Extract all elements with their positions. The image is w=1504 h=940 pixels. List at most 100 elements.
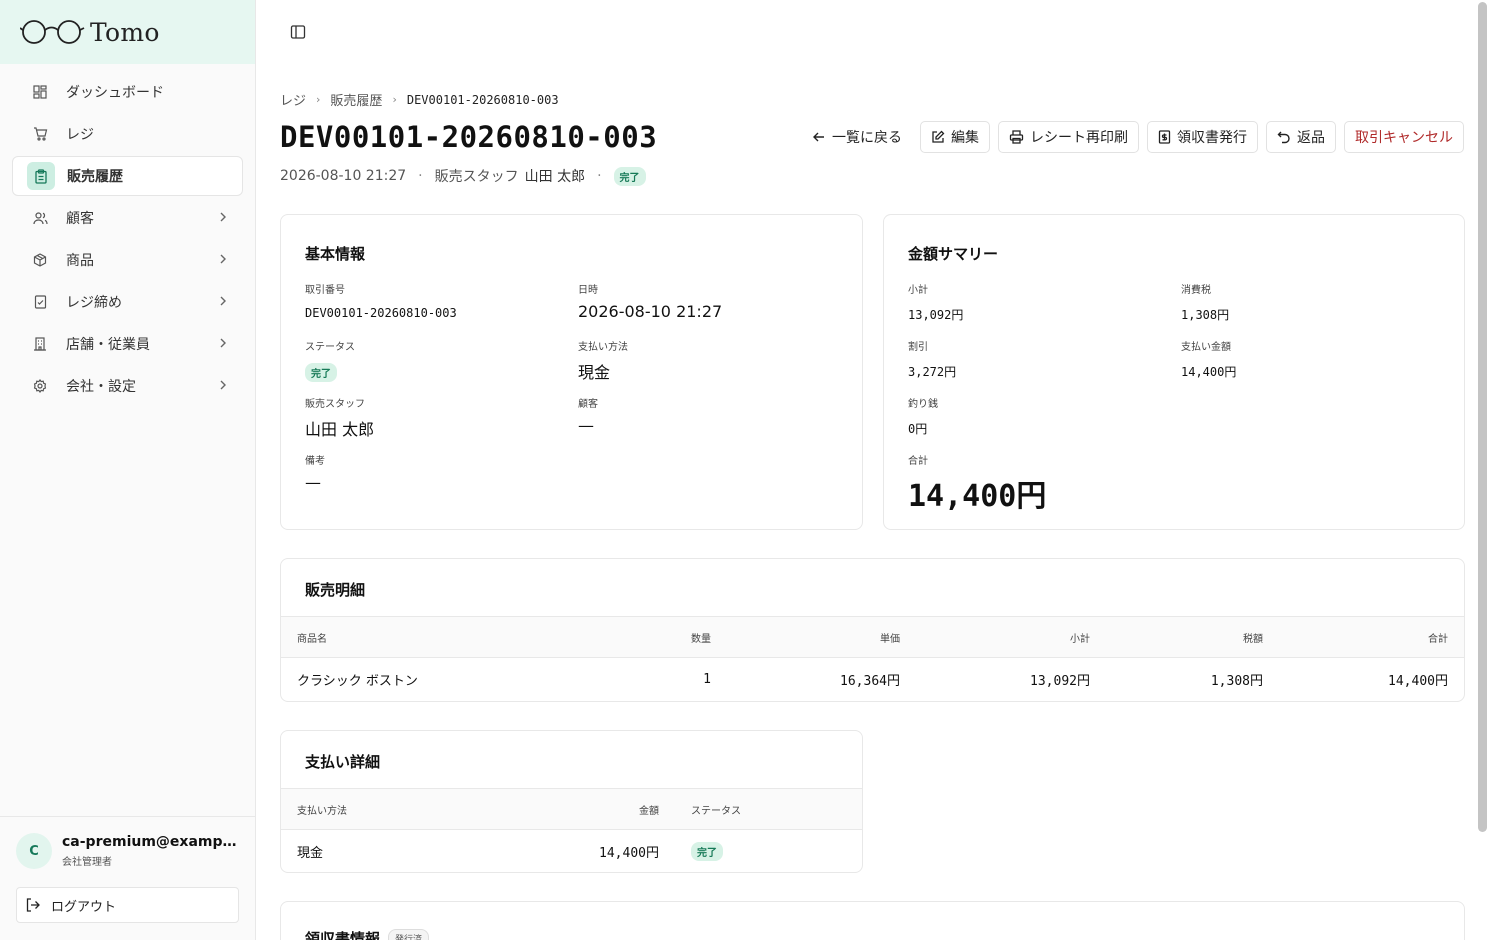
- card-title: 領収書情報: [305, 930, 381, 940]
- field-label: 取引番号: [305, 285, 345, 296]
- sidebar-item-register[interactable]: レジ: [12, 114, 243, 154]
- field-label: 小計: [908, 285, 928, 296]
- total-value: 14,400円: [908, 479, 1047, 514]
- sidebar-item-label: レジ: [66, 127, 94, 143]
- sidebar: Tomo ダッシュボード レジ 販売履歴 顧客 商品 レジ締め 店舗・従業員 会…: [0, 0, 256, 940]
- card-title: 支払い詳細: [305, 753, 381, 771]
- logout-button[interactable]: ログアウト: [16, 887, 239, 923]
- chevron-right-icon: [219, 294, 227, 310]
- edit-button[interactable]: 編集: [920, 121, 990, 153]
- chevron-right-icon: ›: [316, 93, 321, 106]
- line-subtotal: 13,092円: [1030, 674, 1090, 690]
- table-header-row: 商品名 数量 単価 小計 税額 合計: [281, 616, 1464, 658]
- chevron-right-icon: [219, 336, 227, 352]
- main-content: レジ › 販売履歴 › DEV00101-20260810-003 DEV001…: [256, 0, 1490, 940]
- arrow-left-icon: [812, 130, 826, 144]
- payment-method: 現金: [297, 846, 324, 862]
- breadcrumb-current: DEV00101-20260810-003: [406, 92, 559, 107]
- table-row[interactable]: クラシック ボストン 1 16,364円 13,092円 1,308円 14,4…: [281, 658, 1464, 702]
- amount-summary-card: 金額サマリー 小計 13,092円 消費税 1,308円 割引 3,272円 支…: [883, 214, 1465, 530]
- transaction-number: DEV00101-20260810-003: [305, 306, 457, 320]
- status-badge: 完了: [691, 842, 723, 862]
- transaction-meta: 2026-08-10 21:27 · 販売スタッフ 山田 太郎 · 完了: [280, 166, 646, 186]
- chevron-right-icon: ›: [392, 93, 397, 106]
- gear-icon: [32, 378, 48, 394]
- meta-staff-name: 山田 太郎: [524, 169, 586, 185]
- sidebar-item-label: 販売履歴: [67, 169, 123, 185]
- sidebar-item-company-settings[interactable]: 会社・設定: [12, 366, 243, 406]
- logo-text: Tomo: [90, 17, 160, 47]
- back-to-list-button[interactable]: 一覧に戻る: [802, 121, 912, 153]
- payment-detail-table: 支払い方法 金額 ステータス 現金 14,400円 完了: [281, 788, 862, 873]
- breadcrumb-register[interactable]: レジ: [280, 90, 306, 109]
- sales-detail-card: 販売明細 商品名 数量 単価 小計 税額 合計 クラシック ボストン 1 16,…: [280, 558, 1465, 702]
- sidebar-item-stores-staff[interactable]: 店舗・従業員: [12, 324, 243, 364]
- breadcrumb-sales-history[interactable]: 販売履歴: [330, 90, 382, 109]
- field-label: 備考: [305, 456, 325, 467]
- package-icon: [32, 252, 48, 268]
- product-name: クラシック ボストン: [297, 674, 418, 690]
- field-label: 合計: [908, 456, 928, 467]
- refund-button[interactable]: 返品: [1266, 121, 1336, 153]
- issue-receipt-button[interactable]: 領収書発行: [1147, 121, 1258, 153]
- meta-datetime: 2026-08-10 21:27: [280, 168, 407, 184]
- field-label: 消費税: [1181, 285, 1211, 296]
- breadcrumb: レジ › 販売履歴 › DEV00101-20260810-003: [280, 90, 559, 110]
- logo[interactable]: Tomo: [0, 0, 255, 64]
- sidebar-item-register-close[interactable]: レジ締め: [12, 282, 243, 322]
- user-profile[interactable]: C ca-premium@example.com 会社管理者: [16, 833, 239, 869]
- sidebar-item-label: 店舗・従業員: [66, 337, 150, 353]
- sidebar-item-label: レジ締め: [66, 295, 122, 311]
- tax-value: 1,308円: [1181, 308, 1230, 322]
- line-total: 14,400円: [1388, 674, 1448, 690]
- transaction-datetime: 2026-08-10 21:27: [578, 302, 723, 321]
- sidebar-nav: ダッシュボード レジ 販売履歴 顧客 商品 レジ締め 店舗・従業員 会社・設定: [0, 64, 255, 416]
- field-label: 支払い金額: [1181, 342, 1231, 353]
- logout-label: ログアウト: [51, 899, 117, 915]
- avatar: C: [16, 833, 52, 869]
- sidebar-item-label: 会社・設定: [66, 379, 136, 395]
- sidebar-item-products[interactable]: 商品: [12, 240, 243, 280]
- unit-price: 16,364円: [840, 674, 900, 690]
- card-title: 金額サマリー: [908, 245, 999, 263]
- sidebar-item-label: 商品: [66, 253, 94, 269]
- clipboard-icon: [27, 162, 55, 190]
- cart-icon: [32, 126, 48, 142]
- subtotal-value: 13,092円: [908, 308, 964, 322]
- printer-icon: [1009, 130, 1024, 144]
- building-icon: [32, 336, 48, 352]
- status-badge: 完了: [305, 363, 337, 382]
- note: —: [305, 473, 321, 492]
- chevron-right-icon: [219, 210, 227, 226]
- action-bar: 一覧に戻る 編集 レシート再印刷 領収書発行 返品 取引キャンセル: [794, 121, 1464, 153]
- users-icon: [32, 210, 48, 226]
- payment-detail-card: 支払い詳細 支払い方法 金額 ステータス 現金 14,400円 完了: [280, 730, 863, 873]
- glasses-logo-icon: [20, 20, 85, 44]
- field-label: 販売スタッフ: [305, 399, 365, 410]
- sidebar-toggle-icon[interactable]: [290, 24, 306, 44]
- card-title: 基本情報: [305, 245, 366, 263]
- reprint-receipt-button[interactable]: レシート再印刷: [998, 121, 1139, 153]
- line-tax: 1,308円: [1210, 674, 1263, 690]
- receipt-icon: [1158, 130, 1171, 144]
- payment-method: 現金: [578, 363, 611, 382]
- chevron-right-icon: [219, 252, 227, 268]
- field-label: 日時: [578, 285, 598, 296]
- cancel-transaction-button[interactable]: 取引キャンセル: [1344, 121, 1464, 153]
- table-row[interactable]: 現金 14,400円 完了: [281, 830, 862, 873]
- payment-amount: 14,400円: [599, 846, 659, 862]
- page-title: DEV00101-20260810-003: [280, 120, 658, 154]
- scrollbar[interactable]: [1478, 2, 1487, 832]
- meta-staff-label: 販売スタッフ: [434, 169, 519, 185]
- change-value: 0円: [908, 422, 928, 436]
- edit-icon: [931, 130, 945, 144]
- sidebar-item-customers[interactable]: 顧客: [12, 198, 243, 238]
- sidebar-item-sales-history[interactable]: 販売履歴: [12, 156, 243, 196]
- receipt-info-card: 領収書情報 発行済: [280, 901, 1465, 940]
- sales-staff: 山田 太郎: [305, 420, 375, 439]
- field-label: 割引: [908, 342, 928, 353]
- sales-detail-table: 商品名 数量 単価 小計 税額 合計 クラシック ボストン 1 16,364円 …: [281, 616, 1464, 702]
- issued-badge: 発行済: [388, 929, 430, 940]
- user-email: ca-premium@example.com: [62, 834, 237, 850]
- sidebar-item-dashboard[interactable]: ダッシュボード: [12, 72, 243, 112]
